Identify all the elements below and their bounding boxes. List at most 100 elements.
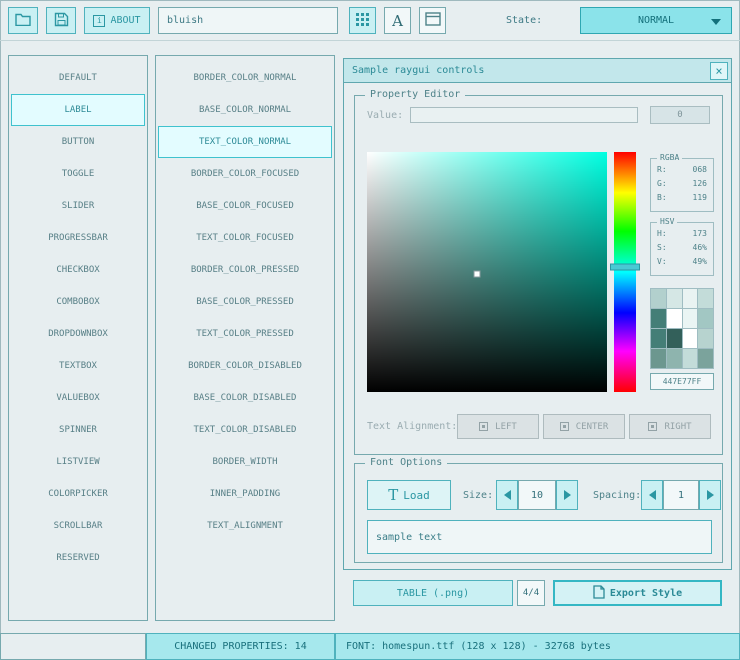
hsv-row: H: 173 — [651, 227, 713, 241]
text-alignment-label: Text Alignment: — [367, 421, 457, 432]
table-pages-box[interactable]: 4/4 — [517, 580, 545, 606]
properties-list-item[interactable]: BASE_COLOR_DISABLED — [158, 382, 332, 414]
properties-list-item[interactable]: BORDER_COLOR_PRESSED — [158, 254, 332, 286]
statusbar-font-info: FONT: homespun.ttf (128 x 128) - 32768 b… — [335, 633, 740, 660]
properties-list-item[interactable]: BASE_COLOR_FOCUSED — [158, 190, 332, 222]
properties-list-item[interactable]: TEXT_COLOR_DISABLED — [158, 414, 332, 446]
font-atlas-button[interactable]: A — [384, 7, 411, 34]
controls-list-item[interactable]: VALUEBOX — [11, 382, 145, 414]
align-right-label: RIGHT — [664, 422, 691, 432]
controls-list-item-selected[interactable]: LABEL — [11, 94, 145, 126]
color-swatch[interactable] — [667, 349, 682, 368]
spacing-decrement-button[interactable] — [641, 480, 663, 510]
s-value: 46% — [693, 241, 707, 255]
arrow-right-icon — [564, 490, 571, 500]
color-swatch[interactable] — [667, 289, 682, 308]
state-dropdown-value: NORMAL — [638, 15, 674, 26]
sample-window: Sample raygui controls × Property Editor… — [343, 58, 732, 570]
hue-slider-handle[interactable] — [610, 264, 640, 271]
r-value: 068 — [693, 163, 707, 177]
color-swatch[interactable] — [683, 329, 698, 348]
properties-list-item[interactable]: BORDER_COLOR_NORMAL — [158, 62, 332, 94]
properties-list-item-selected[interactable]: TEXT_COLOR_NORMAL — [158, 126, 332, 158]
about-button[interactable]: i ABOUT — [84, 7, 150, 34]
save-style-button[interactable] — [46, 7, 76, 34]
color-swatch[interactable] — [698, 349, 713, 368]
hsv-row: V: 49% — [651, 255, 713, 269]
spacing-increment-button[interactable] — [699, 480, 721, 510]
sample-text-box[interactable]: sample text — [367, 520, 712, 554]
open-style-button[interactable] — [8, 7, 38, 34]
value-slider[interactable] — [410, 107, 638, 123]
color-swatch[interactable] — [651, 329, 666, 348]
align-right-button[interactable]: RIGHT — [629, 414, 711, 439]
font-load-button[interactable]: T Load — [367, 480, 451, 510]
b-value: 119 — [693, 191, 707, 205]
controls-list-item[interactable]: RESERVED — [11, 542, 145, 574]
controls-list-item[interactable]: TEXTBOX — [11, 350, 145, 382]
controls-list-item[interactable]: PROGRESSBAR — [11, 222, 145, 254]
properties-list-item[interactable]: TEXT_COLOR_FOCUSED — [158, 222, 332, 254]
controls-list-item[interactable]: SCROLLBAR — [11, 510, 145, 542]
controls-list-item[interactable]: DROPDOWNBOX — [11, 318, 145, 350]
color-swatch[interactable] — [683, 309, 698, 328]
properties-list-item[interactable]: BORDER_COLOR_FOCUSED — [158, 158, 332, 190]
align-right-icon — [648, 422, 657, 431]
window-icon — [425, 12, 441, 29]
controls-list-item[interactable]: COLORPICKER — [11, 478, 145, 510]
value-box[interactable]: 0 — [650, 106, 710, 124]
color-swatch[interactable] — [651, 309, 666, 328]
align-left-button[interactable]: LEFT — [457, 414, 539, 439]
export-style-label: Export Style — [610, 588, 682, 599]
hsv-panel-label: HSV — [657, 217, 677, 226]
export-style-button[interactable]: Export Style — [553, 580, 722, 606]
palette-grid-button[interactable] — [349, 7, 376, 34]
export-table-button[interactable]: TABLE (.png) — [353, 580, 513, 606]
properties-list-item[interactable]: BORDER_WIDTH — [158, 446, 332, 478]
controls-list: DEFAULT LABEL BUTTON TOGGLE SLIDER PROGR… — [8, 55, 148, 621]
controls-list-item[interactable]: DEFAULT — [11, 62, 145, 94]
close-icon[interactable]: × — [710, 62, 728, 80]
color-picker-cursor[interactable] — [474, 271, 481, 278]
state-dropdown[interactable]: NORMAL — [580, 7, 732, 34]
controls-list-item[interactable]: SLIDER — [11, 190, 145, 222]
color-swatch[interactable] — [698, 309, 713, 328]
properties-list-item[interactable]: INNER_PADDING — [158, 478, 332, 510]
controls-list-item[interactable]: CHECKBOX — [11, 254, 145, 286]
properties-list-item[interactable]: BASE_COLOR_NORMAL — [158, 94, 332, 126]
align-center-button[interactable]: CENTER — [543, 414, 625, 439]
properties-list-item[interactable]: TEXT_COLOR_PRESSED — [158, 318, 332, 350]
size-value-box[interactable]: 10 — [518, 480, 556, 510]
controls-list-item[interactable]: BUTTON — [11, 126, 145, 158]
controls-list-item[interactable]: LISTVIEW — [11, 446, 145, 478]
color-swatch[interactable] — [667, 309, 682, 328]
color-swatch[interactable] — [683, 289, 698, 308]
sample-window-titlebar[interactable]: Sample raygui controls × — [344, 59, 731, 83]
save-icon — [54, 12, 69, 30]
color-swatch[interactable] — [651, 349, 666, 368]
color-swatch[interactable] — [651, 289, 666, 308]
color-swatch[interactable] — [698, 289, 713, 308]
controls-list-item[interactable]: SPINNER — [11, 414, 145, 446]
size-increment-button[interactable] — [556, 480, 578, 510]
r-label: R: — [657, 163, 667, 177]
color-swatch[interactable] — [698, 329, 713, 348]
color-swatch[interactable] — [683, 349, 698, 368]
color-swatch[interactable] — [667, 329, 682, 348]
window-mode-button[interactable] — [419, 7, 446, 34]
hex-value-box[interactable]: 447E77FF — [650, 373, 714, 390]
properties-list-item[interactable]: BORDER_COLOR_DISABLED — [158, 350, 332, 382]
statusbar-changed-properties: CHANGED PROPERTIES: 14 — [146, 633, 335, 660]
style-name-input[interactable] — [158, 7, 338, 34]
controls-list-item[interactable]: COMBOBOX — [11, 286, 145, 318]
spacing-value-box[interactable]: 1 — [663, 480, 699, 510]
font-icon: A — [392, 12, 403, 30]
properties-list-item[interactable]: TEXT_ALIGNMENT — [158, 510, 332, 542]
properties-list-item[interactable]: BASE_COLOR_PRESSED — [158, 286, 332, 318]
color-picker-area[interactable] — [367, 152, 607, 392]
h-value: 173 — [693, 227, 707, 241]
controls-list-item[interactable]: TOGGLE — [11, 158, 145, 190]
rgba-row: G: 126 — [651, 177, 713, 191]
hue-slider[interactable] — [614, 152, 636, 392]
size-decrement-button[interactable] — [496, 480, 518, 510]
